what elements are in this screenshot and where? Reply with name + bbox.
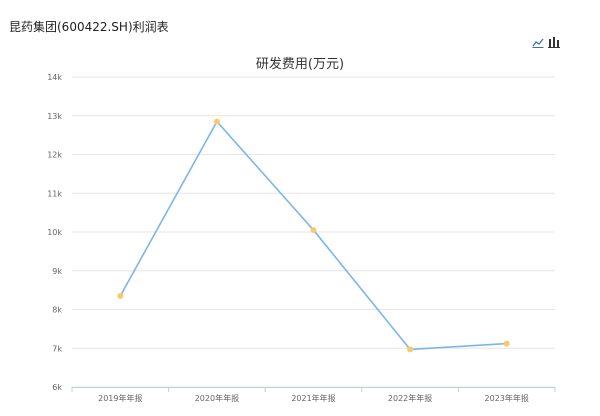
x-tick-label: 2022年年报	[388, 393, 432, 403]
line-chart: 6k 7k 8k 9k 10k 11k 12k 13k 14k 2019年年报 2020年年报 202…	[47, 73, 556, 403]
x-tick-label: 2021年年报	[291, 393, 335, 403]
y-tick-label: 14k	[47, 73, 62, 82]
x-tick-label: 2019年年报	[98, 393, 142, 403]
series-research-expense	[117, 118, 510, 353]
y-tick-label: 13k	[47, 112, 62, 121]
y-tick-label: 11k	[47, 189, 62, 198]
data-point[interactable]	[310, 227, 317, 234]
y-tick-label: 10k	[47, 228, 62, 237]
y-tick-label: 9k	[52, 267, 62, 276]
series-line	[119, 120, 507, 351]
y-tick-label: 12k	[47, 151, 62, 160]
x-tick-label: 2023年年报	[485, 393, 529, 403]
y-tick-label: 8k	[52, 306, 62, 315]
axes: 6k 7k 8k 9k 10k 11k 12k 13k 14k 2019年年报 2020年年报 202…	[47, 73, 556, 403]
x-tick-label: 2020年年报	[195, 393, 239, 403]
data-point[interactable]	[117, 292, 124, 299]
data-point[interactable]	[503, 340, 510, 347]
data-point[interactable]	[213, 118, 220, 125]
data-point[interactable]	[407, 346, 414, 353]
y-tick-label: 6k	[52, 383, 62, 392]
y-tick-label: 7k	[52, 344, 62, 353]
